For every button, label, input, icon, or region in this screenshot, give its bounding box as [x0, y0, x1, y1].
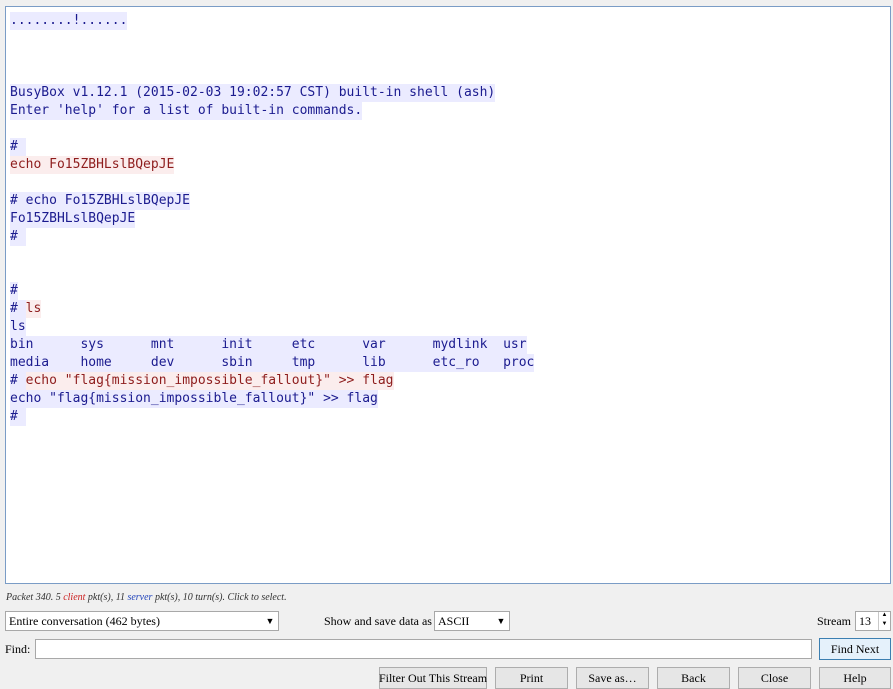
format-select[interactable]: ASCII ▼	[434, 611, 510, 631]
find-input[interactable]	[35, 639, 812, 659]
server-data-segment: #	[10, 228, 26, 246]
server-data-segment: #	[10, 372, 26, 390]
stream-number-value: 13	[859, 613, 871, 628]
stream-line: bin sys mnt init etc var mydlink usr	[10, 336, 534, 354]
client-data-segment: ls	[25, 300, 42, 318]
filter-out-stream-button[interactable]: Filter Out This Stream	[379, 667, 487, 689]
server-data-segment: Fo15ZBHLslBQepJE	[10, 210, 136, 228]
chevron-down-icon: ▼	[496, 616, 506, 626]
chevron-down-icon: ▼	[265, 616, 275, 626]
stream-content-pane[interactable]: ........!...... BusyBox v1.12.1 (2015-02-…	[5, 6, 891, 584]
server-data-segment: echo "flag{mission_impossible_fallout}" …	[10, 390, 378, 408]
status-server-label: server	[127, 592, 153, 603]
stream-line: ........!......	[10, 12, 534, 30]
print-button[interactable]: Print	[495, 667, 568, 689]
server-data-segment: ........!......	[10, 12, 128, 30]
server-data-segment: # echo Fo15ZBHLslBQepJE	[10, 192, 191, 210]
spin-down-icon[interactable]: ▼	[879, 621, 890, 630]
save-as-button[interactable]: Save as…	[576, 667, 649, 689]
status-suffix: pkt(s), 10 turn(s). Click to select.	[152, 592, 287, 603]
show-data-label: Show and save data as	[324, 614, 432, 628]
client-data-segment: echo "flag{mission_impossible_fallout}" …	[25, 372, 394, 390]
conversation-select[interactable]: Entire conversation (462 bytes) ▼	[5, 611, 279, 631]
stream-number-spinner[interactable]: 13 ▲ ▼	[855, 611, 891, 631]
close-button[interactable]: Close	[738, 667, 811, 689]
stream-line	[10, 48, 534, 66]
stream-line: Enter 'help' for a list of built-in comm…	[10, 102, 534, 120]
status-prefix: Packet 340. 5	[6, 592, 64, 603]
stream-line: echo "flag{mission_impossible_fallout}" …	[10, 390, 534, 408]
server-data-segment: ls	[10, 318, 26, 336]
stream-line: # ls	[10, 300, 534, 318]
stream-line: # echo "flag{mission_impossible_fallout}…	[10, 372, 534, 390]
find-label: Find:	[5, 642, 31, 656]
server-data-segment: media home dev sbin tmp lib etc_ro proc	[10, 354, 535, 372]
format-select-value: ASCII	[438, 613, 470, 628]
stream-text[interactable]: ........!...... BusyBox v1.12.1 (2015-02-…	[10, 12, 535, 426]
status-line: Packet 340. 5 client pkt(s), 11 server p…	[6, 592, 287, 603]
stream-line	[10, 120, 534, 138]
stream-line: ls	[10, 318, 534, 336]
stream-line: #	[10, 408, 534, 426]
stream-line	[10, 66, 534, 84]
server-data-segment: #	[10, 300, 26, 318]
conversation-select-value: Entire conversation (462 bytes)	[9, 613, 160, 628]
stream-line	[10, 246, 534, 264]
server-data-segment: Enter 'help' for a list of built-in comm…	[10, 102, 363, 120]
stream-line	[10, 174, 534, 192]
server-data-segment: #	[10, 282, 18, 300]
stream-line	[10, 30, 534, 48]
stream-line: #	[10, 138, 534, 156]
stream-label: Stream	[817, 614, 851, 628]
server-data-segment: BusyBox v1.12.1 (2015-02-03 19:02:57 CST…	[10, 84, 496, 102]
help-button[interactable]: Help	[819, 667, 891, 689]
stream-line: BusyBox v1.12.1 (2015-02-03 19:02:57 CST…	[10, 84, 534, 102]
stream-line: #	[10, 228, 534, 246]
server-data-segment: #	[10, 408, 26, 426]
spin-up-icon[interactable]: ▲	[879, 612, 890, 621]
status-client-label: client	[63, 592, 86, 603]
server-data-segment: bin sys mnt init etc var mydlink usr	[10, 336, 527, 354]
find-next-button[interactable]: Find Next	[819, 638, 891, 660]
stream-line: # echo Fo15ZBHLslBQepJE	[10, 192, 534, 210]
stream-line: Fo15ZBHLslBQepJE	[10, 210, 534, 228]
status-mid: pkt(s), 11	[85, 592, 128, 603]
client-data-segment: echo Fo15ZBHLslBQepJE	[10, 156, 175, 174]
server-data-segment: #	[10, 138, 26, 156]
stream-line: media home dev sbin tmp lib etc_ro proc	[10, 354, 535, 372]
back-button[interactable]: Back	[657, 667, 730, 689]
stream-line: echo Fo15ZBHLslBQepJE	[10, 156, 534, 174]
stream-line	[10, 264, 534, 282]
stream-line: #	[10, 282, 534, 300]
